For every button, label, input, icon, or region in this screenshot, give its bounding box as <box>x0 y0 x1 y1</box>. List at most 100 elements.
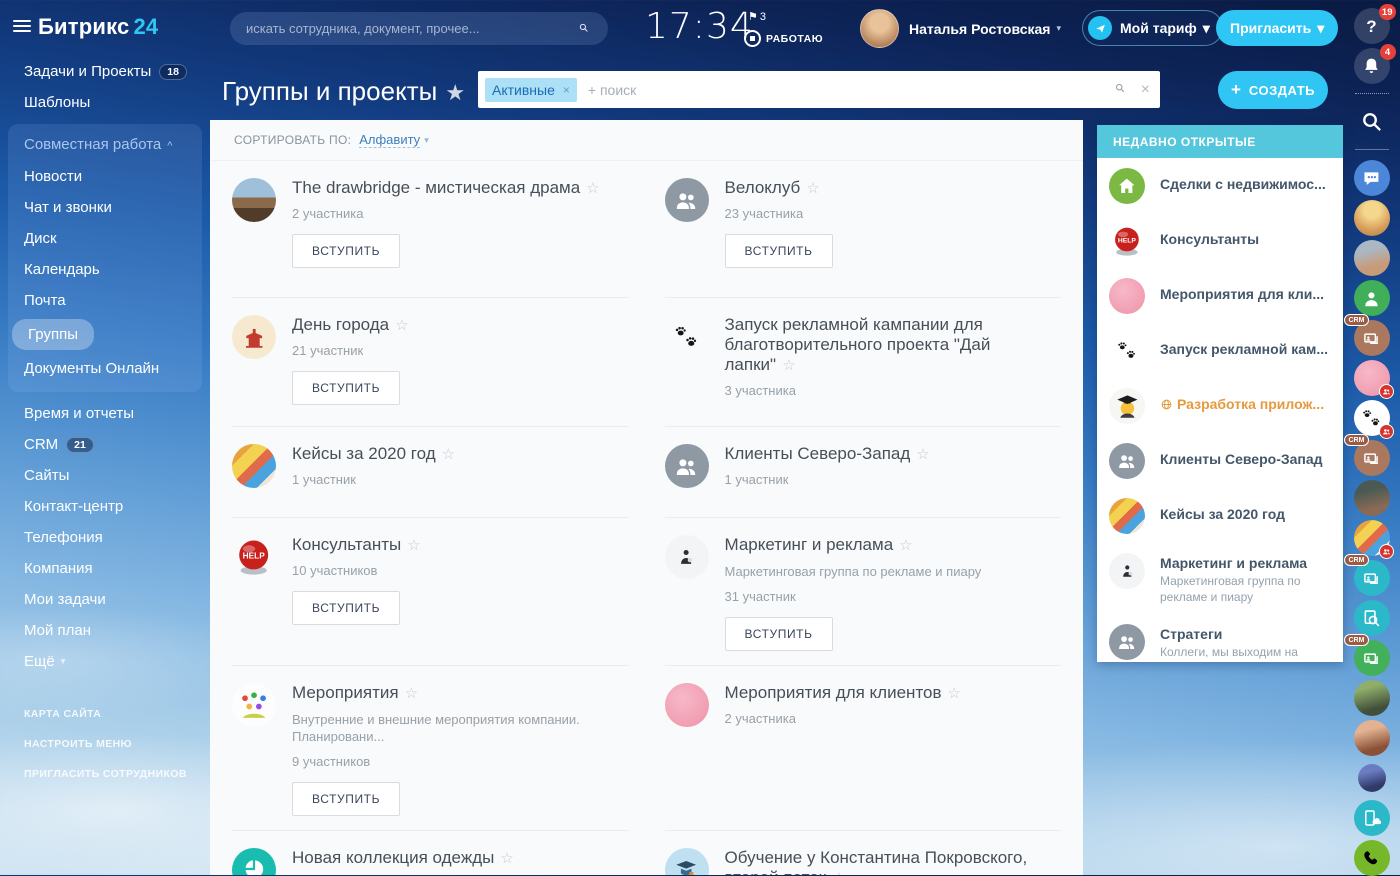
user-menu[interactable]: Наталья Ростовская ▾ <box>860 9 1061 48</box>
group-title[interactable]: День города <box>292 315 389 334</box>
rail-doc-search[interactable] <box>1354 600 1390 636</box>
sidebar-item-my-tasks[interactable]: Мои задачи <box>0 584 210 615</box>
group-card[interactable]: Маркетинг и реклама☆ Маркетинговая групп… <box>665 517 1062 665</box>
rail-search-button[interactable] <box>1354 104 1390 140</box>
join-button[interactable]: ВСТУПИТЬ <box>292 782 400 816</box>
notifications-button[interactable]: 4 <box>1354 48 1390 84</box>
rail-device-sync[interactable] <box>1354 800 1390 836</box>
group-title[interactable]: Новая коллекция одежды <box>292 848 494 867</box>
recent-item[interactable]: Стратеги Коллеги, мы выходим на рынок сн… <box>1097 614 1343 662</box>
group-card[interactable]: Обучение у Константина Покровского, втор… <box>665 830 1062 875</box>
group-card[interactable]: Мероприятия☆ Внутренние и внешние меропр… <box>232 665 629 830</box>
rail-group-chat[interactable] <box>1354 520 1390 556</box>
recent-item[interactable]: Сделки с недвижимос... <box>1097 158 1343 213</box>
sort-value-dropdown[interactable]: Алфавиту <box>359 132 420 148</box>
sidebar-item-contact-center[interactable]: Контакт-центр <box>0 491 210 522</box>
join-button[interactable]: ВСТУПИТЬ <box>725 234 833 268</box>
filter-search-input[interactable] <box>586 81 1114 99</box>
sidebar-section-header[interactable]: Совместная работа^ <box>8 128 202 161</box>
favorite-star-icon[interactable]: ☆ <box>782 357 795 374</box>
favorite-star-icon[interactable]: ☆ <box>500 850 513 867</box>
rail-contact[interactable] <box>1354 480 1390 516</box>
sidebar-item-time-reports[interactable]: Время и отчеты <box>0 398 210 429</box>
create-group-button[interactable]: + СОЗДАТЬ <box>1218 71 1328 109</box>
recent-item[interactable]: Кейсы за 2020 год <box>1097 488 1343 543</box>
sidebar-item-groups-selected[interactable]: Группы <box>12 319 94 350</box>
favorite-star-icon[interactable]: ☆ <box>806 180 819 197</box>
favorite-star-icon[interactable]: ☆ <box>395 317 408 334</box>
sidebar-item-chat[interactable]: Чат и звонки <box>8 192 202 223</box>
group-card[interactable]: День города☆ 21 участник ВСТУПИТЬ <box>232 297 629 426</box>
app-logo[interactable]: Битрикс24 <box>38 14 158 40</box>
sidebar-item-more[interactable]: Ещё▾ <box>0 646 210 677</box>
favorite-star-icon[interactable]: ☆ <box>832 870 845 875</box>
group-title[interactable]: Запуск рекламной кампании для благотвори… <box>725 315 991 374</box>
favorite-star-icon[interactable]: ☆ <box>442 446 455 463</box>
global-search-input[interactable] <box>244 20 578 37</box>
recent-item[interactable]: Мероприятия для кли... <box>1097 268 1343 323</box>
group-title[interactable]: Обучение у Константина Покровского, втор… <box>725 848 1028 875</box>
group-card[interactable]: Клиенты Северо-Запад☆ 1 участник <box>665 426 1062 517</box>
flag-counter[interactable]: ⚑3 <box>748 10 766 23</box>
global-search[interactable] <box>230 12 608 45</box>
invite-button[interactable]: Пригласить ▾ <box>1216 10 1338 46</box>
work-clock[interactable]: 17:34 <box>645 6 754 47</box>
favorite-star-icon[interactable]: ☆ <box>916 446 929 463</box>
favorite-star-icon[interactable]: ☆ <box>899 537 912 554</box>
sidebar-item-calendar[interactable]: Календарь <box>8 254 202 285</box>
sidebar-item-mail[interactable]: Почта <box>8 285 202 316</box>
work-status-button[interactable]: РАБОТАЮ <box>744 30 823 47</box>
filter-chip-active[interactable]: Активные× <box>485 78 577 102</box>
recent-item[interactable]: Разработка прилож... <box>1097 378 1343 433</box>
sidebar-item-templates[interactable]: Шаблоны <box>0 87 210 118</box>
group-title[interactable]: Консультанты <box>292 535 401 554</box>
group-card[interactable]: Мероприятия для клиентов☆ 2 участника <box>665 665 1062 830</box>
filter-clear-icon[interactable]: × <box>1141 81 1150 99</box>
tariff-button[interactable]: Мой тариф ▾ <box>1082 10 1223 46</box>
group-card[interactable]: Велоклуб☆ 23 участника ВСТУПИТЬ <box>665 161 1062 297</box>
rail-contact[interactable] <box>1354 720 1390 756</box>
sidebar-item-tasks[interactable]: Задачи и Проекты18 <box>0 56 210 87</box>
sidebar-link-configure-menu[interactable]: НАСТРОИТЬ МЕНЮ <box>0 729 210 759</box>
group-card[interactable]: Запуск рекламной кампании для благотвори… <box>665 297 1062 426</box>
rail-crm-chat[interactable]: CRM <box>1354 440 1390 476</box>
rail-contact[interactable] <box>1354 280 1390 316</box>
join-button[interactable]: ВСТУПИТЬ <box>292 371 400 405</box>
rail-contact[interactable] <box>1354 680 1390 716</box>
menu-hamburger-icon[interactable] <box>13 20 31 33</box>
sidebar-item-documents[interactable]: Документы Онлайн <box>8 353 202 384</box>
sidebar-item-disk[interactable]: Диск <box>8 223 202 254</box>
recent-item[interactable]: HELP Консультанты <box>1097 213 1343 268</box>
search-icon[interactable] <box>578 21 594 37</box>
page-favorite-star-icon[interactable]: ★ <box>445 80 465 105</box>
group-title[interactable]: Клиенты Северо-Запад <box>725 444 911 463</box>
rail-group-chat[interactable] <box>1354 400 1390 436</box>
sidebar-item-sites[interactable]: Сайты <box>0 460 210 491</box>
rail-contact[interactable] <box>1358 764 1386 792</box>
recent-item[interactable]: Маркетинг и реклама Маркетинговая группа… <box>1097 543 1343 614</box>
favorite-star-icon[interactable]: ☆ <box>586 180 599 197</box>
favorite-star-icon[interactable]: ☆ <box>405 685 418 702</box>
sidebar-item-company[interactable]: Компания <box>0 553 210 584</box>
group-title[interactable]: Велоклуб <box>725 178 801 197</box>
group-title[interactable]: Кейсы за 2020 год <box>292 444 436 463</box>
remove-chip-icon[interactable]: × <box>563 83 570 97</box>
rail-crm-chat[interactable]: CRM <box>1354 560 1390 596</box>
recent-item[interactable]: Клиенты Северо-Запад <box>1097 433 1343 488</box>
rail-contact[interactable] <box>1354 240 1390 276</box>
rail-chat-button[interactable] <box>1354 160 1390 196</box>
rail-crm-chat[interactable]: CRM <box>1354 320 1390 356</box>
join-button[interactable]: ВСТУПИТЬ <box>292 591 400 625</box>
sidebar-item-my-plan[interactable]: Мой план <box>0 615 210 646</box>
join-button[interactable]: ВСТУПИТЬ <box>725 617 833 651</box>
join-button[interactable]: ВСТУПИТЬ <box>292 234 400 268</box>
group-title[interactable]: Мероприятия для клиентов <box>725 683 942 702</box>
group-card[interactable]: Кейсы за 2020 год☆ 1 участник <box>232 426 629 517</box>
helpdesk-button[interactable]: ? 19 <box>1354 8 1390 44</box>
group-card[interactable]: Новая коллекция одежды☆ 1 участник <box>232 830 629 875</box>
sidebar-item-news[interactable]: Новости <box>8 161 202 192</box>
favorite-star-icon[interactable]: ☆ <box>948 685 961 702</box>
recent-item[interactable]: Запуск рекламной кам... <box>1097 323 1343 378</box>
sidebar-item-telephony[interactable]: Телефония <box>0 522 210 553</box>
rail-group-chat[interactable] <box>1354 360 1390 396</box>
